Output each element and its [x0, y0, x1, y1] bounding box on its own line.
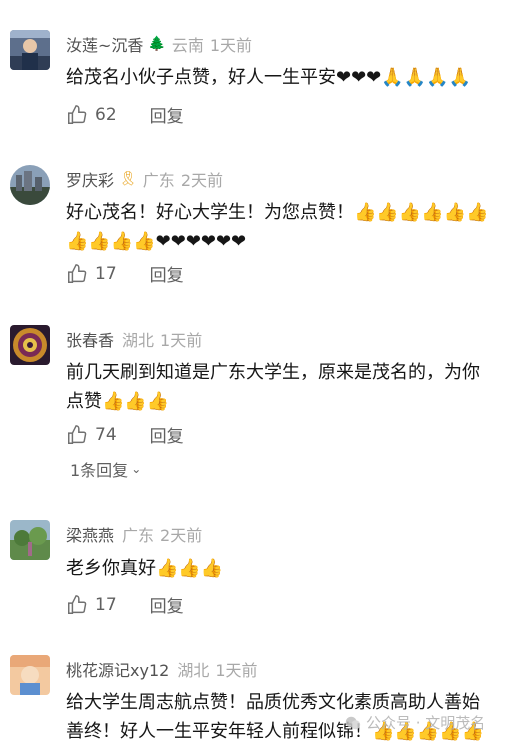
replies-count-label: 1条回复 [70, 461, 129, 480]
commenter-location: 广东 [122, 526, 155, 545]
comment-time: 1天前 [160, 331, 203, 350]
thumbs-up-icon [68, 263, 87, 283]
like-button[interactable]: 62 [66, 104, 117, 126]
reply-button[interactable]: 回复 [150, 422, 184, 447]
avatar[interactable] [10, 655, 50, 695]
commenter-name[interactable]: 张春香 [66, 327, 114, 351]
wechat-icon [345, 716, 361, 729]
avatar[interactable] [10, 30, 50, 70]
like-count: 17 [95, 594, 117, 615]
commenter-name[interactable]: 汝莲~沉香 [66, 32, 143, 56]
thumbs-up-icon [68, 424, 87, 444]
emoji-sequence: 👍👍👍 [156, 558, 224, 579]
comment-time: 2天前 [160, 526, 203, 545]
commenter-name[interactable]: 桃花源记xy12 [66, 657, 169, 681]
like-button[interactable]: 17 [66, 594, 117, 616]
commenter-location: 湖北 [177, 661, 210, 680]
ribbon-icon: 🎗 [119, 171, 137, 187]
avatar[interactable] [10, 520, 50, 560]
commenter-name[interactable]: 罗庆彩 [66, 167, 114, 191]
emoji-sequence: ❤❤❤🙏🙏🙏🙏 [336, 67, 471, 88]
comment-time: 1天前 [209, 36, 253, 55]
like-count: 17 [95, 263, 117, 284]
pine-tree-icon: 🌲 [148, 36, 166, 52]
avatar[interactable] [10, 325, 50, 365]
reply-button[interactable]: 回复 [150, 592, 184, 617]
comment-time: 1天前 [215, 661, 258, 680]
comment-text: 好心茂名！好心大学生！为您点赞！👍👍👍👍👍👍👍👍👍👍❤❤❤❤❤❤ [66, 202, 489, 252]
chevron-down-icon: ⌄ [131, 462, 142, 476]
comment-time: 2天前 [180, 171, 223, 190]
like-button[interactable]: 74 [66, 424, 117, 446]
watermark: 公众号 · 文明茂名 [344, 712, 485, 733]
avatar[interactable] [10, 165, 50, 205]
commenter-location: 广东 [142, 171, 175, 190]
comment-text: 老乡你真好👍👍👍 [66, 558, 224, 579]
like-count: 74 [95, 424, 117, 445]
expand-replies-button[interactable]: 1条回复 ⌄ [70, 457, 141, 481]
commenter-location: 云南 [171, 36, 204, 55]
reply-button[interactable]: 回复 [150, 261, 184, 286]
emoji-sequence: 👍👍👍 [102, 391, 170, 412]
thumbs-up-icon [68, 594, 87, 614]
thumbs-up-icon [68, 104, 87, 124]
comment-text: 前几天刷到知道是广东大学生，原来是茂名的，为你点赞👍👍👍 [66, 362, 480, 412]
commenter-name[interactable]: 梁燕燕 [66, 522, 114, 546]
commenter-location: 湖北 [122, 331, 155, 350]
comment-text: 给茂名小伙子点赞，好人一生平安❤❤❤🙏🙏🙏🙏 [66, 67, 471, 88]
like-button[interactable]: 17 [66, 263, 117, 285]
like-count: 62 [95, 104, 117, 125]
reply-button[interactable]: 回复 [150, 102, 184, 127]
